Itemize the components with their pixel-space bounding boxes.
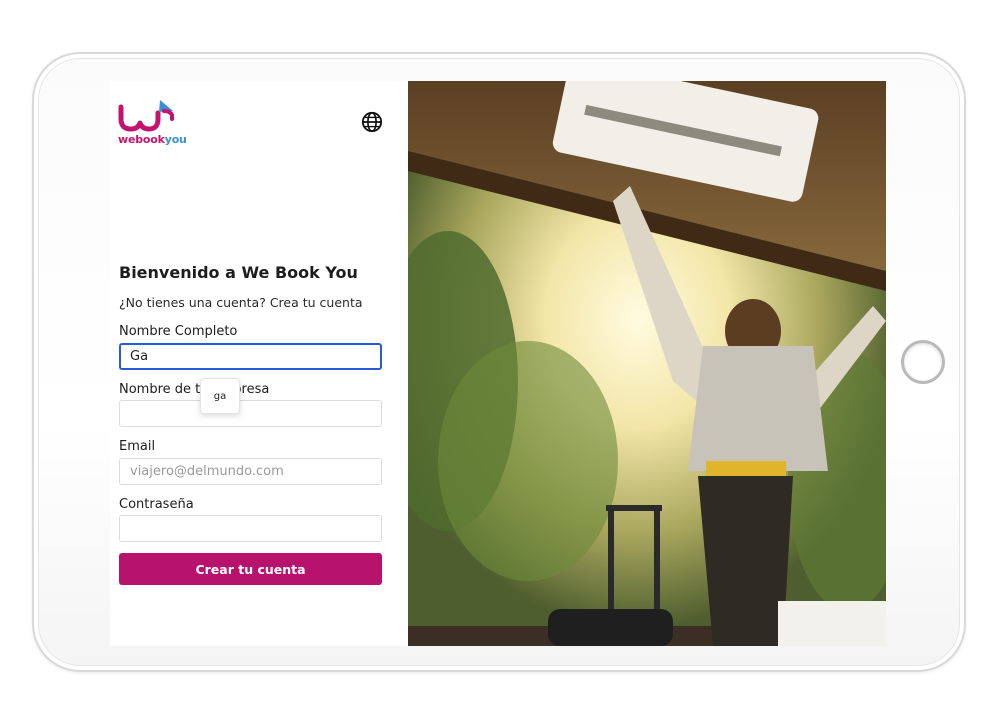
hero-illustration [408,81,886,646]
hero-photo [408,81,886,646]
create-account-button[interactable]: Crear tu cuenta [119,553,382,585]
email-label: Email [119,439,156,454]
full-name-input[interactable] [119,343,382,370]
app-screen: webookyou Bienvenido a We Book You ¿No t… [110,81,886,646]
autocomplete-suggestion[interactable]: ga [200,378,240,414]
company-name-label: Nombre de tu empresa [119,382,270,397]
logo-text-webook: webook [118,133,165,146]
logo-text-you: you [164,133,187,146]
signin-prompt[interactable]: ¿No tienes una cuenta? Crea tu cuenta [119,295,363,310]
company-name-input[interactable] [119,400,382,427]
home-button[interactable] [901,340,945,384]
globe-icon[interactable] [361,111,383,133]
page-title: Bienvenido a We Book You [119,263,358,282]
logo-wordmark: webookyou [118,133,187,146]
full-name-label: Nombre Completo [119,324,238,339]
password-input[interactable] [119,515,382,542]
signup-panel: webookyou Bienvenido a We Book You ¿No t… [110,81,408,646]
email-input[interactable] [119,458,382,485]
password-label: Contraseña [119,497,194,512]
